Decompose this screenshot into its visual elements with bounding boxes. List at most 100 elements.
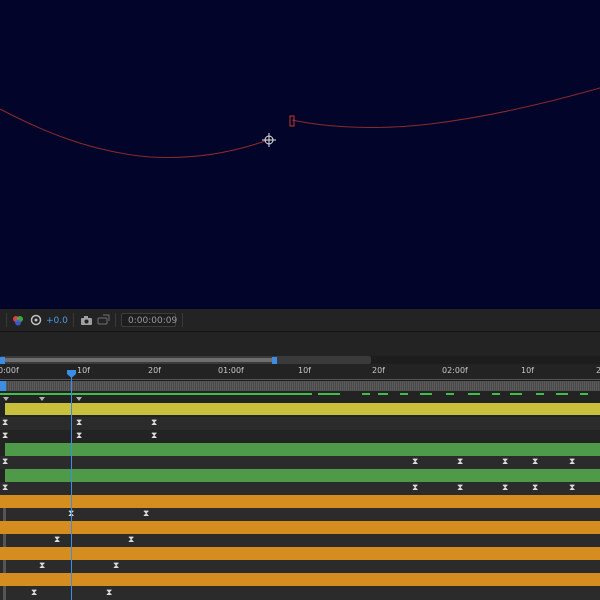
keyframe-icon[interactable]: ⧗	[151, 431, 157, 441]
cached-frames-segment	[420, 393, 432, 395]
toolbar-separator	[6, 313, 7, 327]
current-time-indicator-line[interactable]	[71, 372, 72, 600]
keyframe-icon[interactable]: ⧗	[76, 418, 82, 428]
property-row: ⧗ ⧗ ⧗	[0, 430, 600, 443]
ruler-label: 01:00f	[218, 366, 244, 375]
anchor-handle[interactable]	[289, 115, 295, 127]
property-row: ⧗ ⧗	[0, 508, 600, 521]
keyframe-icon[interactable]: ⧗	[2, 483, 8, 493]
cached-frames-segment	[510, 393, 522, 395]
time-navigator-range[interactable]	[3, 358, 275, 362]
layer-duration-bar[interactable]	[0, 521, 600, 534]
keyframe-icon[interactable]: ⧗	[2, 457, 8, 467]
layer-duration-bar[interactable]	[5, 443, 600, 456]
snapshot-camera-icon[interactable]	[80, 315, 93, 326]
keyframe-icon[interactable]: ⧗	[54, 535, 60, 545]
navigator-end-handle[interactable]	[272, 357, 277, 364]
work-area-start-handle[interactable]	[0, 381, 6, 391]
property-indicator	[3, 508, 6, 521]
layer-duration-bar[interactable]	[5, 403, 600, 415]
property-row: ⧗ ⧗ ⧗ ⧗ ⧗ ⧗	[0, 482, 600, 495]
layer-duration-bar[interactable]	[0, 495, 600, 508]
property-row: ⧗ ⧗	[0, 586, 600, 600]
ruler-label: 10f	[77, 366, 90, 375]
keyframe-icon[interactable]: ⧗	[569, 457, 575, 467]
keyframe-icon[interactable]: ⧗	[2, 431, 8, 441]
keyframe-icon[interactable]: ⧗	[113, 561, 119, 571]
work-area-bar[interactable]	[0, 381, 600, 391]
layer-row	[0, 573, 600, 586]
anchor-point-icon[interactable]	[262, 133, 276, 147]
cached-frames-segment	[400, 393, 408, 395]
toolbar-separator	[115, 313, 116, 327]
color-channels-icon[interactable]	[12, 314, 24, 326]
ruler-baseline	[0, 379, 600, 380]
cached-frames-segment	[468, 393, 480, 395]
motion-path-left[interactable]	[0, 108, 269, 158]
keyframe-icon[interactable]: ⧗	[128, 535, 134, 545]
ruler-label: 10f	[521, 366, 534, 375]
layer-tracks: ⧗ ⧗ ⧗ ⧗ ⧗ ⧗ ⧗ ⧗ ⧗ ⧗ ⧗ ⧗ ⧗ ⧗ ⧗ ⧗ ⧗ ⧗ ⧗ ⧗	[0, 397, 600, 600]
cached-frames-segment	[492, 393, 500, 395]
ruler-label: 20f	[372, 366, 385, 375]
keyframe-icon[interactable]: ⧗	[532, 457, 538, 467]
toolbar-separator	[73, 313, 74, 327]
motion-path-layer	[0, 87, 600, 158]
property-indicator	[3, 560, 6, 573]
composition-viewer[interactable]	[0, 0, 600, 309]
keyframe-icon[interactable]: ⧗	[532, 483, 538, 493]
reset-exposure-icon[interactable]	[30, 314, 42, 326]
keyframe-icon[interactable]: ⧗	[143, 509, 149, 519]
keyframe-icon[interactable]: ⧗	[457, 457, 463, 467]
keyframe-icon[interactable]: ⧗	[2, 418, 8, 428]
property-row: ⧗ ⧗	[0, 534, 600, 547]
timecode-field[interactable]: 0:00:00:09	[121, 313, 178, 327]
cached-frames-segment	[556, 393, 568, 395]
property-row: ⧗ ⧗	[0, 560, 600, 573]
keyframe-icon[interactable]: ⧗	[76, 431, 82, 441]
keyframe-icon[interactable]: ⧗	[569, 483, 575, 493]
cached-frames-segment	[362, 393, 370, 395]
ruler-label: 20f	[148, 366, 161, 375]
layer-row	[0, 495, 600, 508]
keyframe-icon[interactable]: ⧗	[412, 457, 418, 467]
navigator-start-handle[interactable]	[0, 357, 5, 364]
ruler-label: 10f	[298, 366, 311, 375]
cached-frames-segment	[580, 393, 588, 395]
keyframe-icon[interactable]: ⧗	[502, 457, 508, 467]
layer-row	[0, 469, 600, 482]
motion-path-right[interactable]	[291, 87, 600, 128]
toolbar-separator	[182, 313, 183, 327]
keyframe-icon[interactable]: ⧗	[39, 561, 45, 571]
keyframe-icon[interactable]: ⧗	[151, 418, 157, 428]
property-row: ⧗ ⧗ ⧗	[0, 417, 600, 430]
layer-row	[0, 521, 600, 534]
cached-frames-segment	[0, 393, 312, 395]
property-row: ⧗ ⧗ ⧗ ⧗ ⧗ ⧗	[0, 456, 600, 469]
keyframe-icon[interactable]: ⧗	[106, 588, 112, 598]
ruler-label: 02:00f	[442, 366, 468, 375]
property-indicator	[3, 586, 6, 600]
property-indicator	[3, 534, 6, 547]
viewer-toolbar: +0.0 0:00:00:09	[0, 309, 600, 332]
cached-frames-segment	[318, 393, 340, 395]
keyframe-icon[interactable]: ⧗	[31, 588, 37, 598]
layer-duration-bar[interactable]	[0, 573, 600, 586]
ruler-label: 2	[596, 366, 600, 375]
keyframe-icon[interactable]: ⧗	[457, 483, 463, 493]
timecode-value: 0:00:00:09	[128, 316, 178, 326]
layer-row	[0, 443, 600, 456]
cached-frames-segment	[378, 393, 388, 395]
show-snapshot-icon[interactable]	[97, 314, 110, 326]
keyframe-icon[interactable]: ⧗	[502, 483, 508, 493]
cached-frames-segment	[446, 393, 454, 395]
panel-divider	[0, 332, 600, 356]
cached-frames-segment	[536, 393, 544, 395]
layer-row	[0, 401, 600, 417]
layer-row	[0, 547, 600, 560]
layer-duration-bar[interactable]	[0, 547, 600, 560]
layer-duration-bar[interactable]	[5, 469, 600, 482]
ruler-label: 0:00f	[0, 366, 19, 375]
exposure-value[interactable]: +0.0	[46, 316, 68, 326]
keyframe-icon[interactable]: ⧗	[412, 483, 418, 493]
